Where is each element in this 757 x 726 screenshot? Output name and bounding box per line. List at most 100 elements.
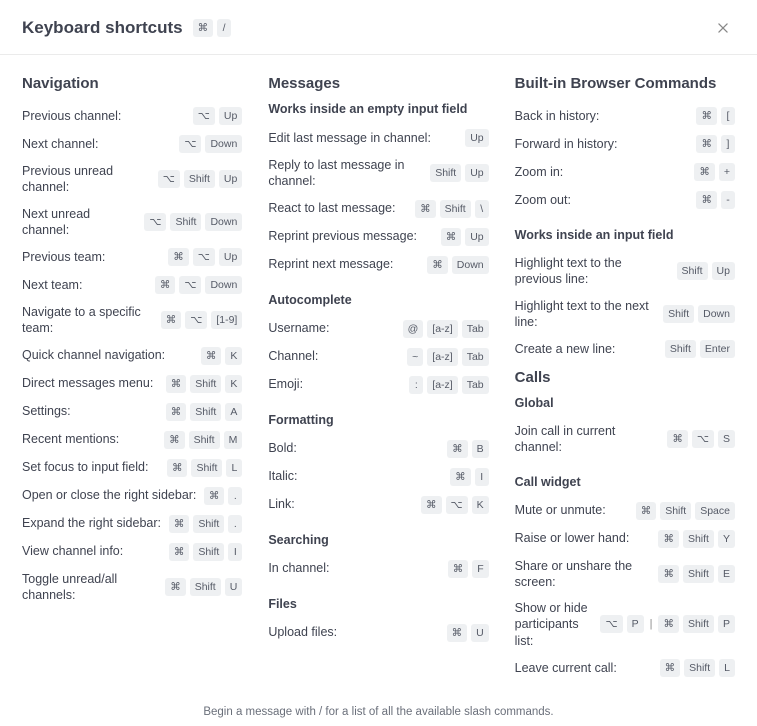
shortcut-label: Share or unshare the screen: xyxy=(515,558,659,591)
key-cap: Tab xyxy=(462,376,489,394)
key-cap: ⌘ xyxy=(450,468,471,486)
key-cap: Shift xyxy=(190,403,221,421)
shortcut-keys: ⌘⌥Up xyxy=(168,248,242,266)
shortcut-column: NavigationPrevious channel:⌥UpNext chann… xyxy=(22,69,242,696)
key-cap: [1-9] xyxy=(211,311,242,329)
key-cap: @ xyxy=(403,320,424,338)
shortcut-label: Forward in history: xyxy=(515,136,697,152)
shortcut-keys: ⌘ShiftK xyxy=(166,375,243,393)
shortcut-row: Navigate to a specific team:⌘⌥[1-9] xyxy=(22,299,242,342)
shortcut-row: Next team:⌘⌥Down xyxy=(22,271,242,299)
shortcut-row: Leave current call:⌘ShiftL xyxy=(515,654,735,682)
shortcut-keys: ⌘Shift\ xyxy=(415,200,489,218)
shortcut-keys: ⌘Shift. xyxy=(169,515,243,533)
shortcut-label: Reply to last message in channel: xyxy=(268,157,430,190)
shortcut-row: Expand the right sidebar:⌘Shift. xyxy=(22,510,242,538)
subsection-heading: Searching xyxy=(268,533,488,547)
key-cap: Shift xyxy=(190,375,221,393)
shortcut-row: Forward in history:⌘] xyxy=(515,130,735,158)
shortcut-label: Next channel: xyxy=(22,136,179,152)
shortcut-label: Previous unread channel: xyxy=(22,163,158,196)
shortcut-row: View channel info:⌘ShiftI xyxy=(22,538,242,566)
shortcut-keys: ⌘] xyxy=(696,135,735,153)
key-cap: Enter xyxy=(700,340,735,358)
shortcut-row: Previous channel:⌥Up xyxy=(22,102,242,130)
subsection-heading: Formatting xyxy=(268,413,488,427)
modal-header: Keyboard shortcuts ⌘/ xyxy=(0,0,757,55)
key-cap: Up xyxy=(465,164,488,182)
shortcut-keys: ⌘ShiftM xyxy=(164,431,242,449)
shortcut-row: React to last message:⌘Shift\ xyxy=(268,195,488,223)
shortcut-keys: ⌘F xyxy=(448,560,489,578)
section-heading: Messages xyxy=(268,75,488,92)
key-cap: ⌘ xyxy=(658,565,679,583)
key-cap: Shift xyxy=(684,659,715,677)
key-cap: ~ xyxy=(407,348,423,366)
shortcut-label: Previous team: xyxy=(22,249,168,265)
key-cap: ⌥ xyxy=(179,135,201,153)
shortcut-label: Edit last message in channel: xyxy=(268,130,465,146)
key-cap: Shift xyxy=(663,305,694,323)
key-cap: ⌥ xyxy=(600,615,622,633)
key-cap: Tab xyxy=(462,320,489,338)
shortcut-label: Bold: xyxy=(268,440,447,456)
shortcut-label: Raise or lower hand: xyxy=(515,530,659,546)
key-cap: ⌘ xyxy=(164,431,185,449)
shortcut-row: Edit last message in channel:Up xyxy=(268,124,488,152)
key-cap: [a-z] xyxy=(427,376,457,394)
shortcut-keys: ⌘U xyxy=(447,624,489,642)
key-cap: Shift xyxy=(660,502,691,520)
shortcut-label: Previous channel: xyxy=(22,108,193,124)
key-cap: B xyxy=(472,440,489,458)
key-cap: Up xyxy=(465,228,488,246)
key-cap: I xyxy=(228,543,242,561)
key-cap: ⌘ xyxy=(167,459,188,477)
key-cap: ⌘ xyxy=(427,256,448,274)
shortcut-label: Settings: xyxy=(22,403,166,419)
shortcut-label: Toggle unread/all channels: xyxy=(22,571,165,604)
subsection-heading: Files xyxy=(268,597,488,611)
shortcut-keys: ⌘ShiftSpace xyxy=(636,502,735,520)
subsection-heading: Global xyxy=(515,396,735,410)
shortcut-keys: ⌥ShiftDown xyxy=(144,213,242,231)
shortcut-keys: ⌥Up xyxy=(193,107,243,125)
key-cap: ⌘ xyxy=(447,440,468,458)
key-cap: ⌘ xyxy=(169,515,190,533)
shortcut-row: Raise or lower hand:⌘ShiftY xyxy=(515,525,735,553)
key-cap: ⌘ xyxy=(155,276,176,294)
key-cap: ⌘ xyxy=(696,135,717,153)
key-cap: [ xyxy=(721,107,735,125)
shortcut-keys: ⌘. xyxy=(204,487,243,505)
key-cap: Up xyxy=(219,107,242,125)
shortcut-keys: ⌘+ xyxy=(694,163,735,181)
key-cap: Up xyxy=(465,129,488,147)
shortcut-keys: ⌘I xyxy=(450,468,489,486)
key-cap: Up xyxy=(219,248,242,266)
close-button[interactable] xyxy=(711,16,735,40)
shortcut-keys: ShiftUp xyxy=(677,262,735,280)
shortcut-label: Direct messages menu: xyxy=(22,375,166,391)
shortcut-label: Create a new line: xyxy=(515,341,665,357)
shortcut-row: Direct messages menu:⌘ShiftK xyxy=(22,370,242,398)
shortcut-row: Quick channel navigation:⌘K xyxy=(22,342,242,370)
shortcut-label: Next team: xyxy=(22,277,155,293)
key-cap: F xyxy=(472,560,488,578)
key-cap: ⌘ xyxy=(201,347,222,365)
shortcut-row: In channel:⌘F xyxy=(268,555,488,583)
shortcut-label: Link: xyxy=(268,496,421,512)
key-cap: Shift xyxy=(430,164,461,182)
key-cap: Shift xyxy=(683,615,714,633)
shortcut-row: Show or hide participants list:⌥P|⌘Shift… xyxy=(515,595,735,654)
shortcut-row: Previous team:⌘⌥Up xyxy=(22,243,242,271)
key-separator: | xyxy=(648,617,655,631)
shortcut-column: MessagesWorks inside an empty input fiel… xyxy=(268,69,488,696)
shortcut-row: Bold:⌘B xyxy=(268,435,488,463)
shortcut-keys: ⌘ShiftL xyxy=(660,659,735,677)
key-cap: A xyxy=(225,403,242,421)
shortcut-keys: ShiftUp xyxy=(430,164,488,182)
shortcut-keys: ⌘⌥S xyxy=(667,430,735,448)
key-cap: Shift xyxy=(191,459,222,477)
shortcut-row: Link:⌘⌥K xyxy=(268,491,488,519)
shortcut-label: In channel: xyxy=(268,560,447,576)
shortcut-keys: ⌘ShiftU xyxy=(165,578,242,596)
